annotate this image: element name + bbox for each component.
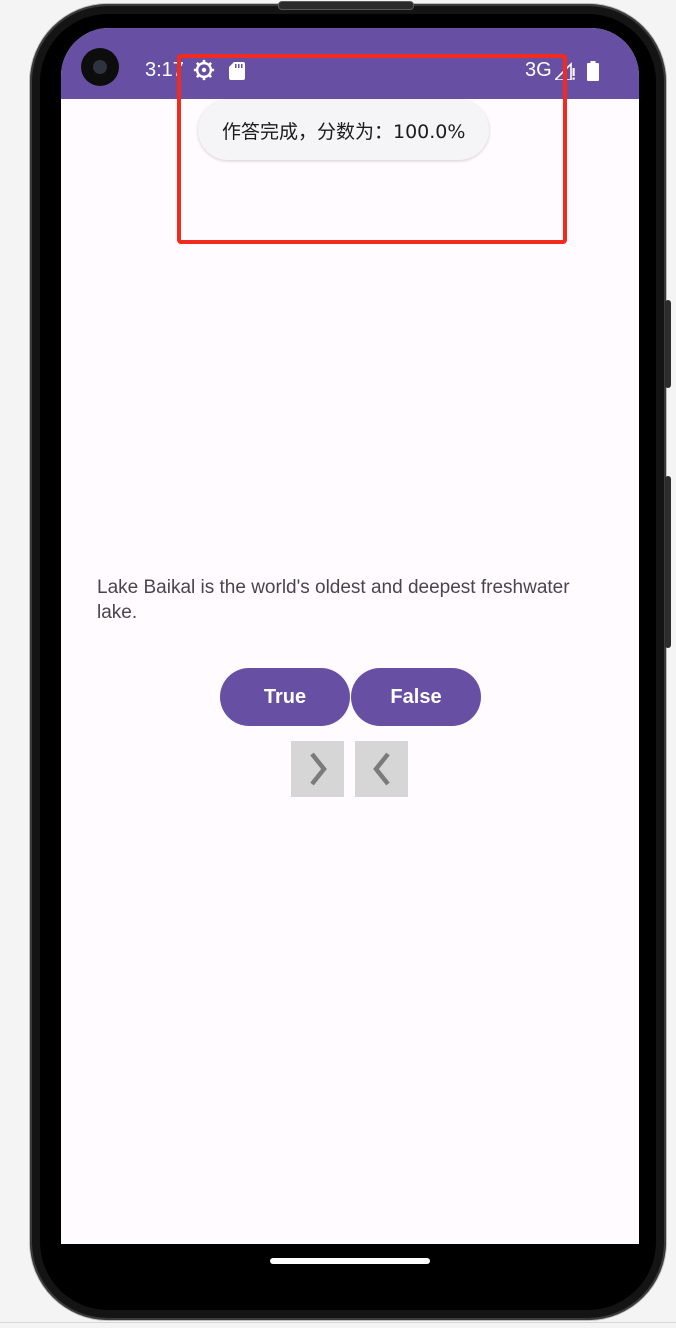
power-button[interactable] [665, 300, 671, 388]
signal-icon [555, 62, 575, 80]
score-toast: 作答完成，分数为：100.0% [198, 100, 490, 160]
sd-card-icon [229, 62, 245, 80]
true-button[interactable]: True [220, 668, 350, 726]
page: 3:17 3G 作答完成，分数为：100.0% Lake Baikal is t… [0, 0, 676, 1328]
settings-gear-icon [193, 59, 215, 81]
chevron-left-icon [372, 752, 390, 786]
question-text: Lake Baikal is the world's oldest and de… [97, 577, 570, 623]
earpiece-speaker [278, 1, 414, 10]
status-bar: 3:17 3G [61, 28, 639, 99]
device-screen: 3:17 3G 作答完成，分数为：100.0% Lake Baikal is t… [61, 28, 639, 1244]
previous-button[interactable] [355, 741, 408, 797]
false-button[interactable]: False [351, 668, 481, 726]
window-bottom-divider [0, 1322, 676, 1323]
status-time: 3:17 [145, 59, 184, 81]
home-indicator[interactable] [270, 1258, 430, 1264]
navigation-buttons [291, 741, 408, 797]
answer-buttons: True False [220, 668, 481, 726]
battery-icon [587, 61, 599, 81]
front-camera [81, 48, 119, 86]
next-button[interactable] [291, 741, 344, 797]
network-type: 3G [525, 59, 552, 81]
chevron-right-icon [309, 752, 327, 786]
volume-button[interactable] [665, 476, 671, 648]
toast-message: 作答完成，分数为：100.0% [222, 120, 466, 143]
